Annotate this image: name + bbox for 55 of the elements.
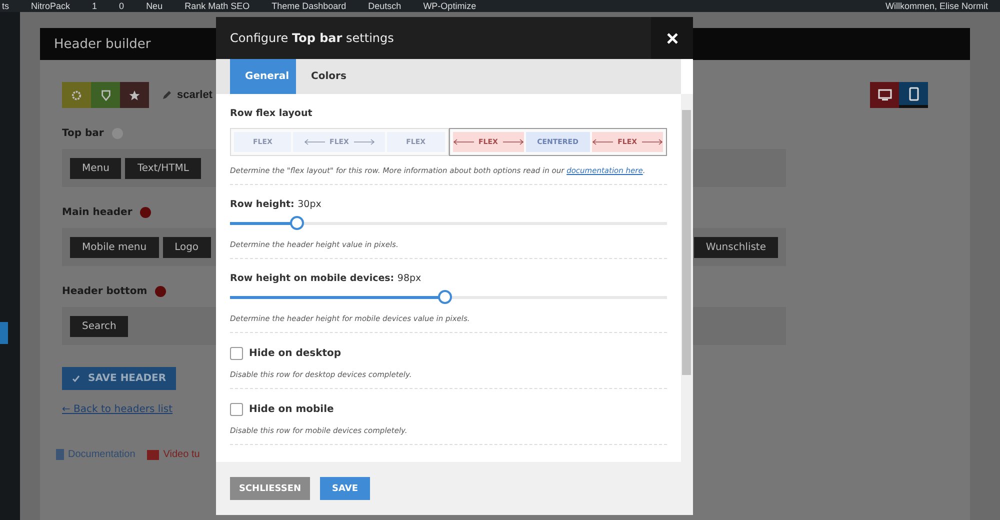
- admin-bar-item[interactable]: Theme Dashboard: [272, 0, 346, 12]
- field-label: Row height on mobile devices: 98px: [230, 273, 422, 284]
- save-button[interactable]: SAVE: [320, 477, 370, 500]
- phone-icon[interactable]: [899, 82, 928, 108]
- arrow-right-icon: [502, 139, 524, 145]
- checkbox-label: Hide on mobile: [249, 404, 334, 415]
- element-chip[interactable]: Search: [70, 316, 128, 336]
- greeting[interactable]: Willkommen, Elise Normit: [885, 0, 988, 12]
- admin-bar-item[interactable]: 1: [92, 0, 98, 12]
- slider[interactable]: [230, 216, 667, 230]
- star-icon[interactable]: [129, 90, 140, 100]
- row-label: Main header: [62, 207, 132, 218]
- checkbox-label: Hide on desktop: [249, 348, 342, 359]
- admin-bar-item[interactable]: Rank Math SEO: [184, 0, 250, 12]
- arrow-left-icon: [304, 139, 326, 145]
- slider-thumb[interactable]: [438, 290, 452, 304]
- scrollbar-thumb[interactable]: [682, 110, 691, 375]
- arrow-left-icon: [452, 139, 474, 145]
- admin-bar-item[interactable]: ts: [2, 0, 10, 12]
- slider-thumb[interactable]: [290, 216, 304, 230]
- element-chip[interactable]: Logo: [162, 236, 211, 258]
- dialog-title: Configure Top bar settings: [229, 31, 395, 45]
- close-button[interactable]: [651, 17, 693, 59]
- close-icon: [666, 32, 678, 44]
- field-label: Row flex layout: [230, 108, 314, 119]
- checkbox[interactable]: [230, 403, 243, 416]
- admin-bar-item[interactable]: NitroPack: [31, 0, 70, 12]
- slider[interactable]: [230, 290, 667, 304]
- panel-title: Header builder: [54, 36, 151, 52]
- arrow-right-icon: [641, 139, 663, 145]
- check-icon: [72, 375, 80, 382]
- shield-icon[interactable]: [100, 90, 110, 100]
- admin-bar-item[interactable]: WP-Optimize: [423, 0, 476, 12]
- tab[interactable]: General: [230, 59, 296, 94]
- row-label: Top bar: [62, 128, 104, 139]
- admin-bar-item[interactable]: Deutsch: [368, 0, 402, 12]
- preset-name: scarlet: [177, 89, 212, 101]
- save-header-button[interactable]: SAVE HEADER: [62, 367, 176, 390]
- field-label: Row height: 30px: [230, 199, 322, 210]
- video-icon: [147, 450, 160, 460]
- checkbox[interactable]: [230, 347, 243, 360]
- admin-bar-item[interactable]: 0: [119, 0, 124, 12]
- document-icon: [56, 449, 64, 460]
- admin-bar-item[interactable]: Neu: [146, 0, 163, 12]
- arrow-right-icon: [352, 139, 375, 145]
- element-chip[interactable]: Wunschliste: [694, 236, 778, 258]
- desktop-icon[interactable]: [870, 82, 899, 108]
- arrow-left-icon: [592, 139, 614, 145]
- element-chip[interactable]: Mobile menu: [70, 236, 159, 258]
- row-label: Header bottom: [62, 286, 148, 297]
- gear-icon[interactable]: [71, 90, 82, 100]
- pencil-icon[interactable]: [161, 89, 173, 101]
- element-chip[interactable]: Menu: [70, 158, 122, 178]
- tab[interactable]: Colors: [296, 59, 362, 94]
- element-chip[interactable]: Text/HTML: [125, 158, 201, 178]
